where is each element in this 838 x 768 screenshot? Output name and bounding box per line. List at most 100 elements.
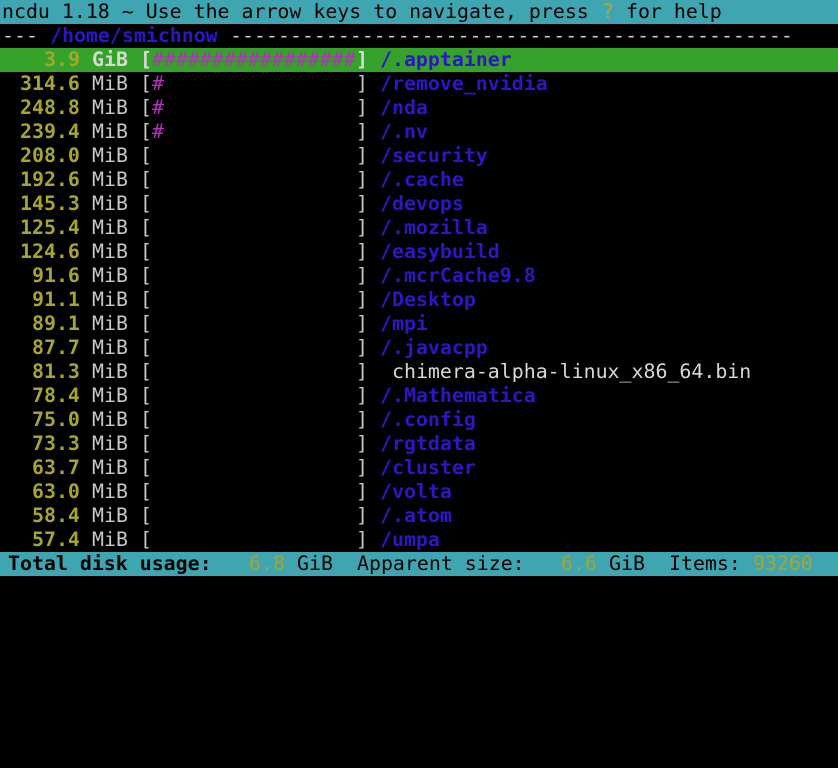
directory-name: /easybuild: [380, 240, 500, 263]
graph-bracket-left: [: [140, 216, 152, 239]
directory-row[interactable]: 87.7 MiB [] /.javacpp: [0, 336, 838, 360]
graph-bracket-right: ]: [356, 264, 368, 287]
size-value: 78.4: [32, 384, 80, 407]
graph-bracket-left: [: [140, 240, 152, 263]
graph-bracket-left: [: [140, 480, 152, 503]
directory-row[interactable]: 91.1 MiB [] /Desktop: [0, 288, 838, 312]
size-value: 58.4: [32, 504, 80, 527]
graph-bracket-left: [: [140, 312, 152, 335]
size-unit: MiB: [92, 168, 128, 191]
size-unit: MiB: [92, 192, 128, 215]
size-value: 125.4: [20, 216, 80, 239]
graph-bracket-left: [: [140, 504, 152, 527]
file-name: chimera-alpha-linux_x86_64.bin: [392, 360, 752, 383]
file-row[interactable]: 81.3 MiB [] chimera-alpha-linux_x86_64.bin: [0, 360, 838, 384]
graph-bracket-right: ]: [356, 456, 368, 479]
directory-row[interactable]: 73.3 MiB [] /rgtdata: [0, 432, 838, 456]
size-value: 63.7: [32, 456, 80, 479]
size-unit: MiB: [92, 384, 128, 407]
directory-row[interactable]: 208.0 MiB [] /security: [0, 144, 838, 168]
items-label: Items:: [669, 552, 741, 575]
directory-name: /.atom: [380, 504, 452, 527]
graph-bracket-right: ]: [356, 288, 368, 311]
graph-bracket-left: [: [140, 72, 152, 95]
title-bar: ncdu 1.18 ~ Use the arrow keys to naviga…: [0, 0, 838, 24]
size-value: 208.0: [20, 144, 80, 167]
size-unit: MiB: [92, 336, 128, 359]
directory-row[interactable]: 124.6 MiB [] /easybuild: [0, 240, 838, 264]
size-value: 91.1: [32, 288, 80, 311]
graph-bracket-right: ]: [356, 96, 368, 119]
current-path: /home/smichnow: [50, 24, 218, 47]
size-value: 57.4: [32, 528, 80, 551]
directory-row[interactable]: 58.4 MiB [] /.atom: [0, 504, 838, 528]
size-unit: MiB: [92, 120, 128, 143]
size-unit: MiB: [92, 360, 128, 383]
directory-row[interactable]: 314.6 MiB [#] /remove_nvidia: [0, 72, 838, 96]
directory-row[interactable]: 75.0 MiB [] /.config: [0, 408, 838, 432]
size-value: 192.6: [20, 168, 80, 191]
file-list[interactable]: 3.9 GiB[#################]/.apptainer 314.…: [0, 48, 838, 552]
directory-row[interactable]: 145.3 MiB [] /devops: [0, 192, 838, 216]
disk-usage-value: 6.8: [249, 552, 285, 575]
apparent-size-unit: GiB: [609, 552, 645, 575]
size-unit: MiB: [92, 480, 128, 503]
graph-bracket-left: [: [140, 192, 152, 215]
path-suffix: ----------------------------------------…: [218, 24, 793, 47]
directory-row[interactable]: 89.1 MiB [] /mpi: [0, 312, 838, 336]
graph-bracket-left: [: [140, 48, 152, 71]
directory-name: /.mozilla: [380, 216, 488, 239]
graph-bracket-left: [: [140, 144, 152, 167]
current-path-line: --- /home/smichnow ---------------------…: [0, 24, 838, 48]
directory-row[interactable]: 3.9 GiB [#################] /.apptainer: [0, 48, 838, 72]
directory-name: /mpi: [380, 312, 428, 335]
graph-bracket-right: ]: [356, 240, 368, 263]
graph-bracket-left: [: [140, 168, 152, 191]
title-suffix: for help: [614, 0, 722, 23]
directory-row[interactable]: 192.6 MiB [] /.cache: [0, 168, 838, 192]
directory-row[interactable]: 63.7 MiB [] /cluster: [0, 456, 838, 480]
graph-bracket-left: [: [140, 120, 152, 143]
size-unit: MiB: [92, 264, 128, 287]
usage-graph: #: [152, 120, 164, 143]
directory-row[interactable]: 248.8 MiB [#] /nda: [0, 96, 838, 120]
directory-name: /.apptainer: [380, 48, 512, 71]
usage-graph: #: [152, 72, 164, 95]
graph-bracket-right: ]: [356, 432, 368, 455]
directory-row[interactable]: 91.6 MiB [] /.mcrCache9.8: [0, 264, 838, 288]
items-count: 93260: [753, 552, 813, 575]
directory-row[interactable]: 57.4 MiB [] /umpa: [0, 528, 838, 552]
size-value: 124.6: [20, 240, 80, 263]
size-value: 248.8: [20, 96, 80, 119]
status-bar: Total disk usage: 6.8 GiB Apparent size:…: [0, 552, 838, 576]
directory-row[interactable]: 78.4 MiB [] /.Mathematica: [0, 384, 838, 408]
directory-row[interactable]: 239.4 MiB [#] /.nv: [0, 120, 838, 144]
size-value: 63.0: [32, 480, 80, 503]
directory-row[interactable]: 63.0 MiB [] /volta: [0, 480, 838, 504]
graph-bracket-left: [: [140, 288, 152, 311]
graph-bracket-left: [: [140, 96, 152, 119]
disk-usage-unit: GiB: [297, 552, 333, 575]
size-unit: MiB: [92, 456, 128, 479]
directory-name: /nda: [380, 96, 428, 119]
size-value: 87.7: [32, 336, 80, 359]
directory-name: /devops: [380, 192, 464, 215]
directory-name: /.mcrCache9.8: [380, 264, 536, 287]
graph-bracket-right: ]: [356, 504, 368, 527]
size-unit: MiB: [92, 72, 128, 95]
size-value: 314.6: [20, 72, 80, 95]
size-value: 75.0: [32, 408, 80, 431]
size-unit: MiB: [92, 528, 128, 551]
graph-bracket-left: [: [140, 456, 152, 479]
directory-row[interactable]: 125.4 MiB [] /.mozilla: [0, 216, 838, 240]
size-unit: MiB: [92, 504, 128, 527]
graph-bracket-left: [: [140, 528, 152, 551]
graph-bracket-right: ]: [356, 384, 368, 407]
directory-name: /volta: [380, 480, 452, 503]
usage-graph: #: [152, 96, 164, 119]
graph-bracket-right: ]: [356, 72, 368, 95]
directory-name: /umpa: [380, 528, 440, 551]
size-unit: MiB: [92, 144, 128, 167]
size-unit: MiB: [92, 432, 128, 455]
apparent-size-value: 6.6: [561, 552, 597, 575]
